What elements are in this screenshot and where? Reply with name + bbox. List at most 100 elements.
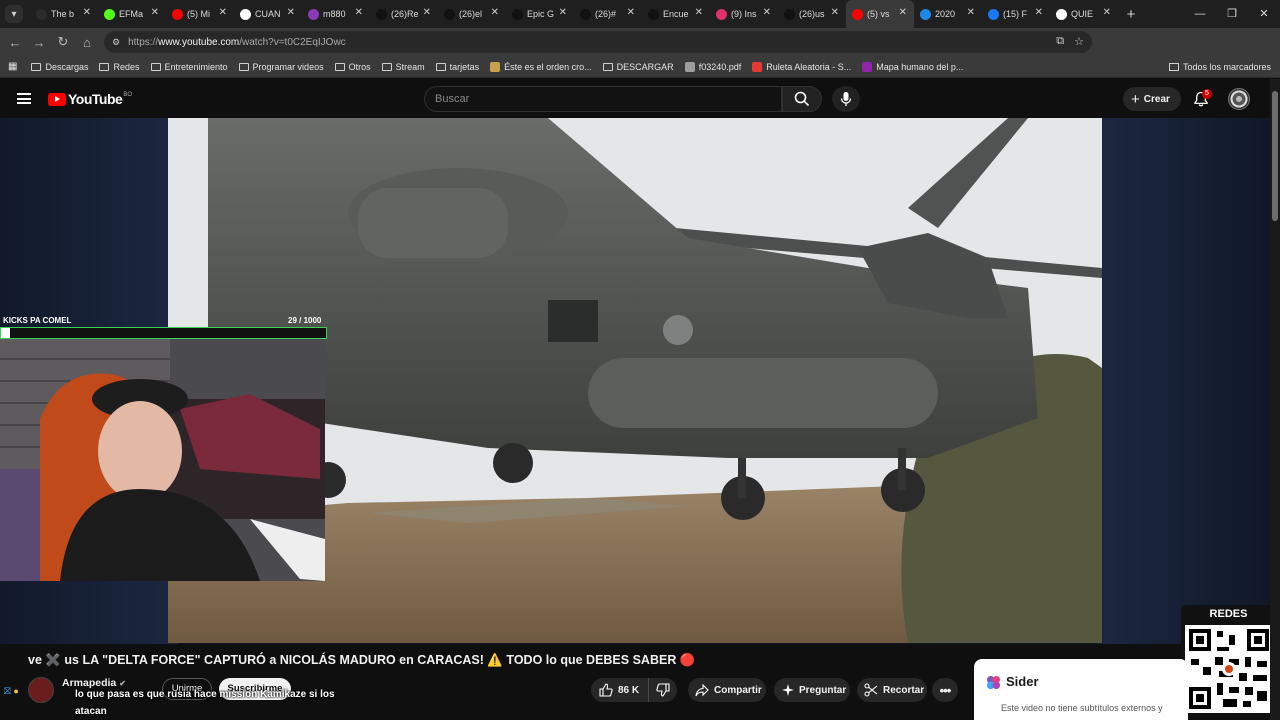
new-tab-button[interactable]: + xyxy=(1118,6,1144,23)
page-favicon-icon xyxy=(862,61,873,72)
close-tab-icon[interactable]: ✕ xyxy=(763,7,771,18)
bookmark-item[interactable]: DESCARGAR xyxy=(602,62,674,72)
browser-tab[interactable]: (26)# ✕ xyxy=(574,0,642,28)
browser-tab[interactable]: Encue ✕ xyxy=(642,0,710,28)
apps-grid-icon[interactable]: ▦ xyxy=(8,61,17,72)
all-bookmarks-label: Todos los marcadores xyxy=(1182,62,1271,72)
forward-icon[interactable]: → xyxy=(27,35,51,50)
close-tab-icon[interactable]: ✕ xyxy=(831,7,839,18)
chat-badge-blue-icon: ⛝ xyxy=(4,686,11,696)
close-tab-icon[interactable]: ✕ xyxy=(219,7,227,18)
tiktok-icon xyxy=(580,8,591,20)
bookmark-item[interactable]: Otros xyxy=(334,62,371,72)
address-bar[interactable]: ⚙ https://www.youtube.com/watch?v=t0C2Eq… xyxy=(104,31,1092,53)
menu-hamburger-icon[interactable] xyxy=(17,93,31,104)
bookmark-label: f03240.pdf xyxy=(698,61,742,72)
youtube-logo[interactable]: YouTube BO xyxy=(48,91,132,107)
close-tab-icon[interactable]: ✕ xyxy=(287,7,295,18)
bookmark-item[interactable]: Ruleta Aleatoria - S... xyxy=(752,61,851,72)
url-prefix: https:// xyxy=(128,36,159,48)
ask-label: Preguntar xyxy=(799,684,847,696)
tab-title: (26)# xyxy=(595,9,617,19)
browser-tab[interactable]: CUAN ✕ xyxy=(234,0,302,28)
folder-icon xyxy=(238,62,249,71)
like-button[interactable]: 86 K xyxy=(591,678,649,702)
close-window-icon[interactable]: ✕ xyxy=(1248,0,1280,28)
omnibox-actions: ⧉ ☆ xyxy=(1056,35,1084,48)
close-tab-icon[interactable]: ✕ xyxy=(899,7,907,18)
close-tab-icon[interactable]: ✕ xyxy=(151,7,159,18)
account-avatar[interactable] xyxy=(1228,88,1250,110)
bookmark-item[interactable]: Redes xyxy=(99,62,140,72)
close-tab-icon[interactable]: ✕ xyxy=(1035,7,1043,18)
reload-icon[interactable]: ↻ xyxy=(51,34,75,50)
tab-list: The b ✕ EFMa ✕ (5) Mi ✕ CUAN ✕ m880 ✕ (26)Re ✕ (26)e… xyxy=(30,0,1118,28)
close-tab-icon[interactable]: ✕ xyxy=(491,7,499,18)
sider-panel[interactable]: Sider Este video no tiene subtítulos ext… xyxy=(974,659,1188,720)
bookmark-label: tarjetas xyxy=(449,61,480,72)
close-tab-icon[interactable]: ✕ xyxy=(695,7,703,18)
scrollbar-thumb[interactable] xyxy=(1272,91,1278,221)
bookmark-item[interactable]: tarjetas xyxy=(435,61,480,72)
tab-title: 2020 xyxy=(935,9,956,19)
bookmark-label: Éste es el orden cro... xyxy=(504,61,592,72)
browser-tab[interactable]: (15) F ✕ xyxy=(982,0,1050,28)
cast-icon[interactable]: ⧉ xyxy=(1056,35,1064,48)
bookmark-item[interactable]: f03240.pdf xyxy=(684,61,742,72)
close-tab-icon[interactable]: ✕ xyxy=(355,7,363,18)
browser-tab[interactable]: The b ✕ xyxy=(30,0,98,28)
page-scrollbar[interactable] xyxy=(1270,79,1280,720)
bookmark-item[interactable]: Entretenimiento xyxy=(150,61,228,72)
browser-tab[interactable]: (26)Re ✕ xyxy=(370,0,438,28)
dislike-button[interactable] xyxy=(649,683,677,697)
browser-tab[interactable]: (9) Ins ✕ xyxy=(710,0,778,28)
share-label: Compartir xyxy=(714,684,762,696)
close-tab-icon[interactable]: ✕ xyxy=(559,7,567,18)
site-info-icon[interactable]: ⚙ xyxy=(112,37,120,48)
tab-search-button[interactable]: ▾ xyxy=(5,5,23,23)
thumbs-up-icon xyxy=(599,683,613,697)
clip-button[interactable]: Recortar xyxy=(857,678,927,702)
browser-tab[interactable]: (26)us ✕ xyxy=(778,0,846,28)
browser-tab[interactable]: (5) Mi ✕ xyxy=(166,0,234,28)
create-button[interactable]: + Crear xyxy=(1123,87,1181,111)
back-icon[interactable]: ← xyxy=(3,35,27,50)
tab-title: (26)Re xyxy=(391,9,419,19)
restore-icon[interactable]: ❐ xyxy=(1216,0,1248,28)
close-tab-icon[interactable]: ✕ xyxy=(83,7,91,18)
more-actions-button[interactable]: ••• xyxy=(932,678,958,702)
close-tab-icon[interactable]: ✕ xyxy=(1103,7,1111,18)
ask-button[interactable]: Preguntar xyxy=(774,678,850,702)
search-input[interactable]: Buscar xyxy=(424,86,782,112)
tab-title: (5) vs xyxy=(867,9,890,19)
bookmark-item[interactable]: Programar videos xyxy=(238,62,324,72)
browser-tab[interactable]: (5) vs ✕ xyxy=(846,0,914,28)
bookmark-list: Descargas Redes Entretenimiento Programar v… xyxy=(31,61,974,72)
browser-tab[interactable]: (26)el ✕ xyxy=(438,0,506,28)
tab-title: (26)el xyxy=(459,9,483,19)
bookmark-item[interactable]: Stream xyxy=(381,62,425,72)
channel-avatar[interactable] xyxy=(28,677,54,703)
bookmark-item[interactable]: Mapa humano del p... xyxy=(862,61,963,72)
home-icon[interactable]: ⌂ xyxy=(75,35,99,50)
thumbs-down-icon xyxy=(656,683,670,697)
browser-tab[interactable]: Epic G ✕ xyxy=(506,0,574,28)
all-bookmarks-folder[interactable]: Todos los marcadores xyxy=(1168,62,1271,72)
browser-tab[interactable]: EFMa ✕ xyxy=(98,0,166,28)
share-button[interactable]: Compartir xyxy=(688,678,766,702)
bookmark-item[interactable]: Descargas xyxy=(31,62,88,72)
browser-tab[interactable]: m880 ✕ xyxy=(302,0,370,28)
qr-code-icon xyxy=(1185,625,1273,713)
voice-search-button[interactable] xyxy=(832,86,860,112)
close-tab-icon[interactable]: ✕ xyxy=(423,7,431,18)
minimize-icon[interactable]: — xyxy=(1184,0,1216,28)
close-tab-icon[interactable]: ✕ xyxy=(967,7,975,18)
browser-tab[interactable]: QUIE ✕ xyxy=(1050,0,1118,28)
bookmark-item[interactable]: Éste es el orden cro... xyxy=(490,61,592,72)
bookmark-star-icon[interactable]: ☆ xyxy=(1074,35,1084,48)
bookmark-label: Entretenimiento xyxy=(164,61,228,72)
browser-tab[interactable]: 2020 ✕ xyxy=(914,0,982,28)
close-tab-icon[interactable]: ✕ xyxy=(627,7,635,18)
tab-title: (9) Ins xyxy=(731,9,757,19)
search-button[interactable] xyxy=(782,86,822,112)
